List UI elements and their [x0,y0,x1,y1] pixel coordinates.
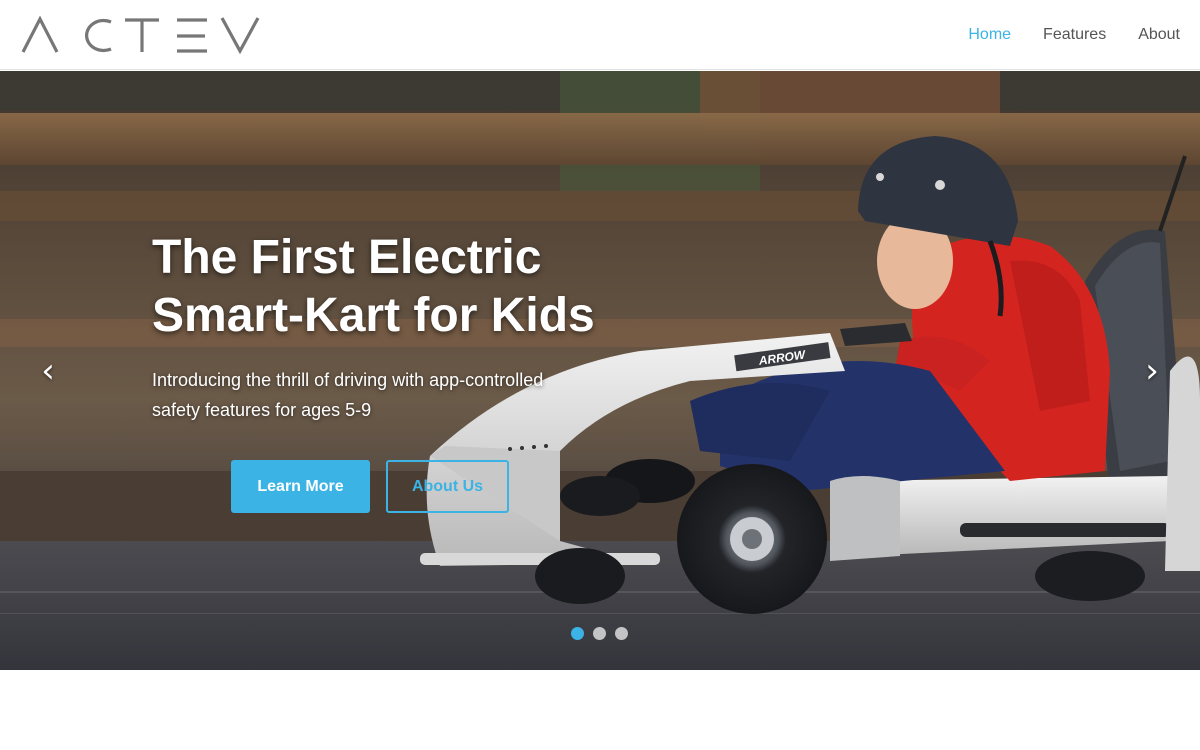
main-nav: Home Features About [936,0,1180,70]
nav-features[interactable]: Features [1043,26,1106,44]
carousel-next-arrow[interactable]: › [1137,351,1167,391]
navbar: Home Features About [0,0,1200,70]
carousel-indicator-3[interactable] [615,627,628,640]
carousel-indicator-1[interactable] [571,627,584,640]
carousel-indicators [571,627,637,640]
hero-title-line-1: The First Electric [152,231,542,284]
hero-subtitle: Introducing the thrill of driving with a… [152,370,544,420]
carousel-prev-arrow[interactable]: ‹ [33,351,63,391]
learn-more-button[interactable]: Learn More [231,460,370,513]
hero-title-line-2: Smart-Kart for Kids [152,289,595,342]
about-us-button[interactable]: About Us [386,460,509,513]
actev-logo[interactable] [21,16,261,54]
hero-title: The First Electric Smart-Kart for Kids [152,229,612,345]
nav-about[interactable]: About [1138,26,1180,44]
hero-carousel: ARROW The First Electric Smart-Kart for … [0,71,1200,670]
carousel-indicator-2[interactable] [593,627,606,640]
nav-home[interactable]: Home [968,26,1011,44]
